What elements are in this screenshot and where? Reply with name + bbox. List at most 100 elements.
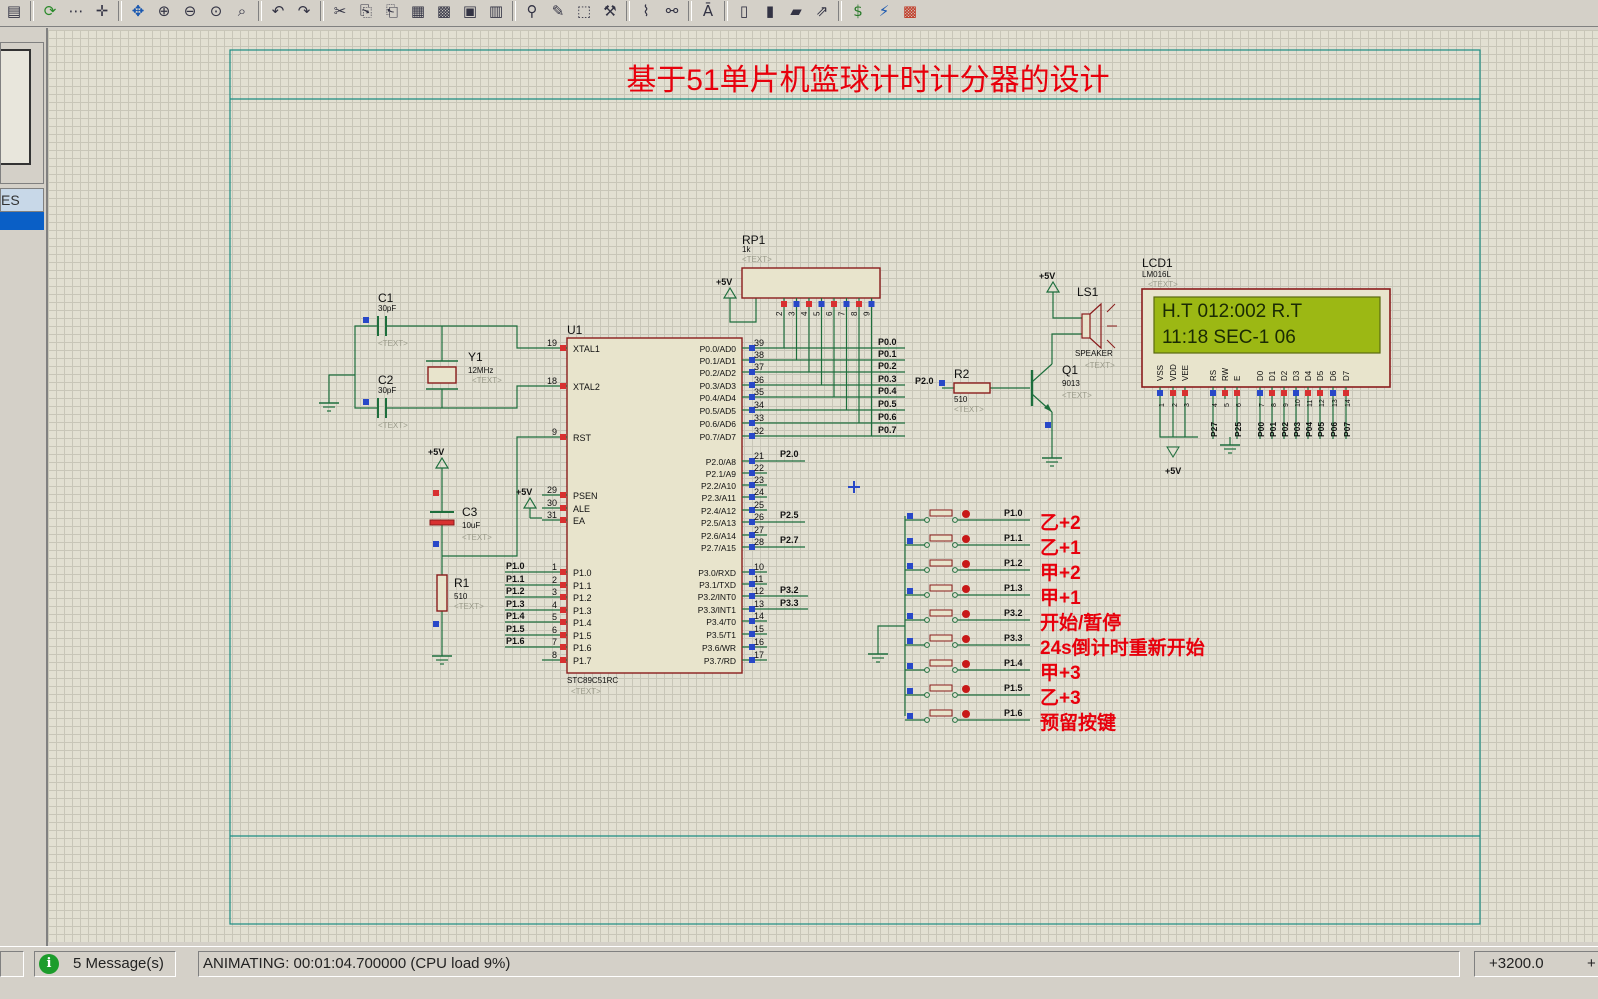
device-list-selected-item[interactable] <box>0 212 44 230</box>
property-assign-icon[interactable]: Ā <box>698 1 718 21</box>
goto-sheet-icon[interactable]: ▰ <box>786 1 806 21</box>
p1-net-label-P1.1: P1.1 <box>506 574 525 584</box>
button-pin-marker <box>907 713 913 719</box>
make-device-icon[interactable]: ✎ <box>548 1 568 21</box>
u1-pin-name-P2.3/A11: P2.3/A11 <box>702 493 737 503</box>
lcd1-pin-marker <box>1281 390 1287 396</box>
c3-ref: C3 <box>462 505 478 519</box>
button-actuator <box>929 684 953 692</box>
c2-value: 30pF <box>378 386 396 395</box>
zoom-in-icon[interactable]: ⊕ <box>154 1 174 21</box>
u1-pin-name-P2.1/A9: P2.1/A9 <box>706 469 737 479</box>
u1-pin-num-37: 37 <box>754 362 764 372</box>
u1-pin-name-P2.5/A13: P2.5/A13 <box>701 518 736 528</box>
overview-preview[interactable] <box>0 42 44 184</box>
u1-pin-name-P1.5: P1.5 <box>573 631 592 641</box>
ls1-ref: LS1 <box>1077 285 1099 299</box>
u1-pin-num-30: 30 <box>547 498 557 508</box>
zoom-all-icon[interactable]: ⊙ <box>206 1 226 21</box>
block-rotate-icon[interactable]: ▣ <box>460 1 480 21</box>
refresh-icon[interactable]: ⟳ <box>40 1 60 21</box>
undo-icon[interactable]: ↶ <box>268 1 288 21</box>
y1-ref: Y1 <box>468 350 483 364</box>
u1-pin-num-22: 22 <box>754 463 764 473</box>
lcd1-pin-marker <box>1234 390 1240 396</box>
pan-icon[interactable]: ✥ <box>128 1 148 21</box>
toolbar-separator <box>320 1 324 21</box>
coordinate-readout: +3200.0 + <box>1474 951 1598 977</box>
search-icon[interactable]: ⚯ <box>662 1 682 21</box>
paste-icon[interactable]: ⎗ <box>382 1 402 21</box>
u1-pin-name-ALE: ALE <box>573 504 590 514</box>
lcd1-pin-name-D5: D5 <box>1316 370 1325 381</box>
ls1-wave-3 <box>1106 339 1116 349</box>
schematic-canvas[interactable]: 基于51单片机篮球计时计分器的设计 U1 STC89C51RC <TEXT> XTAL… <box>48 30 1598 942</box>
speaker-vcc-label: +5V <box>1039 271 1055 281</box>
page-icon[interactable]: ▤ <box>4 1 24 21</box>
u1-pin-name-P3.7/RD: P3.7/RD <box>704 656 736 666</box>
redo-icon[interactable]: ↷ <box>294 1 314 21</box>
pick-device-icon[interactable]: ⚲ <box>522 1 542 21</box>
u1-left-pin-marker <box>560 517 566 523</box>
lcd1-pin-name-VEE: VEE <box>1181 365 1190 381</box>
u1-left-pin-marker <box>560 383 566 389</box>
u1-pin-name-P0.4/AD4: P0.4/AD4 <box>700 393 737 403</box>
grid-icon[interactable]: ⋯ <box>66 1 86 21</box>
u1-pin-num-18: 18 <box>547 376 557 386</box>
c2-text: <TEXT> <box>378 421 408 430</box>
ares-icon[interactable]: ▩ <box>900 1 920 21</box>
decompose-icon[interactable]: ⚒ <box>600 1 620 21</box>
status-stop-slot[interactable] <box>0 951 24 977</box>
export-icon[interactable]: ⇗ <box>812 1 832 21</box>
button-net-label-P1.0: P1.0 <box>1004 508 1023 518</box>
u1-pin-num-38: 38 <box>754 350 764 360</box>
new-sheet-icon[interactable]: ▯ <box>734 1 754 21</box>
q1-pin-marker <box>1045 422 1051 428</box>
lcd1-ref: LCD1 <box>1142 256 1173 270</box>
u1-left-pin-marker <box>560 594 566 600</box>
speaker-vcc-arrow <box>1045 280 1061 293</box>
button-actuator <box>929 534 953 542</box>
button-contact-left <box>924 717 930 723</box>
origin-icon[interactable]: ✛ <box>92 1 112 21</box>
lcd1-pin-name-RS: RS <box>1209 370 1218 381</box>
remove-sheet-icon[interactable]: ▮ <box>760 1 780 21</box>
u1-left-pin-marker <box>560 619 566 625</box>
cut-icon[interactable]: ✂ <box>330 1 350 21</box>
wire-autorouter-icon[interactable]: ⌇ <box>636 1 656 21</box>
u1-pin-num-9: 9 <box>552 427 557 437</box>
q1-value: 9013 <box>1062 379 1080 388</box>
zoom-area-icon[interactable]: ⌕ <box>232 1 252 21</box>
toolbar-separator <box>118 1 122 21</box>
button-contact-right <box>952 542 958 548</box>
lcd1-line2: 11:18 SEC-1 06 <box>1162 327 1296 348</box>
u1-pin-name-P3.0/RXD: P3.0/RXD <box>698 568 736 578</box>
copy-icon[interactable]: ⎘ <box>356 1 376 21</box>
button-pin-marker <box>907 563 913 569</box>
u1-pin-num-5: 5 <box>552 612 557 622</box>
package-icon[interactable]: ⬚ <box>574 1 594 21</box>
ls1-text: <TEXT> <box>1085 361 1115 370</box>
coordinate-y-text: + <box>1587 955 1596 972</box>
button-contact-left <box>924 617 930 623</box>
button-label: 24s倒计时重新开始 <box>1040 636 1205 659</box>
electrical-check-icon[interactable]: ⚡ <box>874 1 894 21</box>
devices-header[interactable]: ES <box>0 188 44 212</box>
u1-left-pin-marker <box>560 644 566 650</box>
bill-of-materials-icon[interactable]: $ <box>848 1 868 21</box>
zoom-out-icon[interactable]: ⊖ <box>180 1 200 21</box>
messages-panel[interactable]: i 5 Message(s) <box>34 951 176 977</box>
lcd1-pin-name-VSS: VSS <box>1156 365 1165 381</box>
u1-pin-num-39: 39 <box>754 338 764 348</box>
c3-plate-bottom <box>429 519 455 526</box>
p1-net-label-P1.6: P1.6 <box>506 636 525 646</box>
block-delete-icon[interactable]: ▥ <box>486 1 506 21</box>
r1-ref: R1 <box>454 576 470 590</box>
lcd1-net-label-P01: P01 <box>1268 422 1278 437</box>
c3-text: <TEXT> <box>462 533 492 542</box>
block-copy-icon[interactable]: ▦ <box>408 1 428 21</box>
block-move-icon[interactable]: ▩ <box>434 1 454 21</box>
p2-net-label-P2.7: P2.7 <box>780 535 799 545</box>
u1-pin-num-10: 10 <box>754 562 764 572</box>
button-label: 乙+1 <box>1040 538 1081 559</box>
